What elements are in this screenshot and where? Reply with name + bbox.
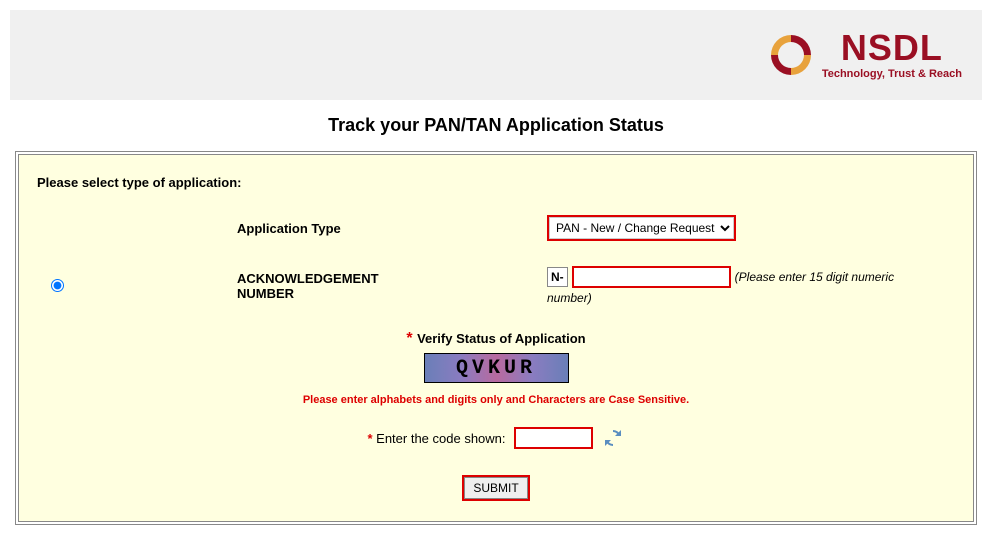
code-label: Enter the code shown:: [376, 431, 505, 446]
ack-prefix: N-: [547, 267, 568, 287]
required-star-code: *: [367, 431, 372, 446]
code-row: * Enter the code shown:: [37, 426, 955, 450]
verify-label: Verify Status of Application: [417, 331, 586, 346]
required-star: *: [406, 330, 412, 347]
logo-tagline: Technology, Trust & Reach: [822, 68, 962, 80]
logo-swirl-icon: [766, 30, 816, 80]
application-type-row: Application Type PAN - New / Change Requ…: [37, 215, 955, 241]
instruction-label: Please select type of application:: [37, 175, 955, 190]
acknowledgement-label: ACKNOWLEDGEMENT NUMBER: [77, 271, 357, 301]
captcha-image: QVKUR: [424, 353, 569, 383]
form-box: Please select type of application: Appli…: [18, 154, 974, 522]
application-type-select[interactable]: PAN - New / Change Request: [549, 217, 734, 239]
captcha-text: QVKUR: [456, 357, 536, 380]
captcha-code-input[interactable]: [516, 429, 591, 447]
verify-block: * Verify Status of Application QVKUR Ple…: [37, 330, 955, 406]
page-title: Track your PAN/TAN Application Status: [10, 115, 982, 136]
captcha-note: Please enter alphabets and digits only a…: [37, 394, 955, 406]
refresh-icon[interactable]: [601, 426, 625, 450]
acknowledgement-row: ACKNOWLEDGEMENT NUMBER N- (Please enter …: [37, 266, 955, 305]
header-bar: NSDL Technology, Trust & Reach: [10, 10, 982, 100]
ack-hint-inline: (Please enter 15 digit numeric: [735, 270, 894, 284]
submit-button[interactable]: SUBMIT: [464, 477, 527, 499]
acknowledgement-input[interactable]: [574, 268, 729, 286]
ack-radio[interactable]: [51, 279, 64, 292]
logo: NSDL Technology, Trust & Reach: [766, 30, 962, 80]
application-type-label: Application Type: [77, 221, 357, 236]
logo-title: NSDL: [841, 30, 943, 66]
ack-hint-block: number): [547, 291, 955, 305]
